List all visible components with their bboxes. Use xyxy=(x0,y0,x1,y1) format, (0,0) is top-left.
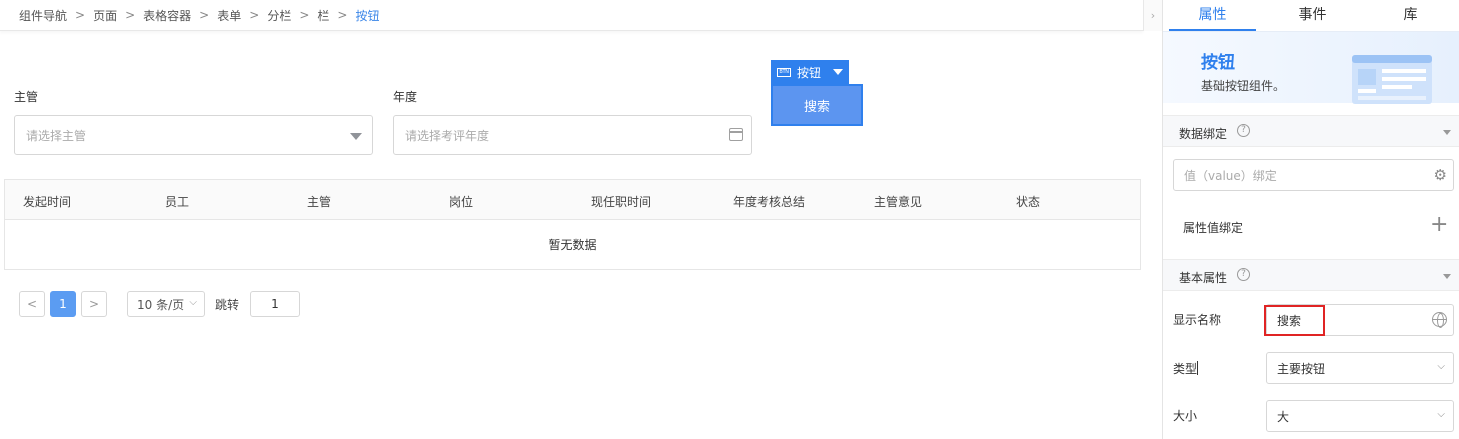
breadcrumb-item-column[interactable]: 栏 xyxy=(317,7,329,24)
component-title: 按钮 xyxy=(1201,53,1235,73)
value-binding-input[interactable]: 值（value）绑定 ⚙ xyxy=(1173,159,1454,191)
manager-placeholder: 请选择主管 xyxy=(26,128,87,143)
column-header: 员工 xyxy=(165,195,190,209)
table-header: 发起时间 员工 主管 岗位 现任职时间 年度考核总结 主管意见 状态 xyxy=(5,180,1140,220)
breadcrumb-item-form[interactable]: 表单 xyxy=(217,7,241,24)
column-header: 年度考核总结 xyxy=(733,195,806,209)
selected-component-name: 按钮 xyxy=(797,65,822,80)
size-label: 大小 xyxy=(1173,409,1198,423)
column-header: 主管意见 xyxy=(874,195,923,209)
year-date-picker[interactable]: 请选择考评年度 xyxy=(393,115,752,155)
size-value: 大 xyxy=(1277,409,1290,424)
breadcrumb-item-columns[interactable]: 分栏 xyxy=(267,7,291,24)
caret-down-icon xyxy=(350,133,362,140)
breadcrumb-item-page[interactable]: 页面 xyxy=(93,7,117,24)
caret-down-icon[interactable] xyxy=(833,69,844,75)
type-label: 类型 xyxy=(1173,362,1198,376)
breadcrumb-separator: > xyxy=(125,8,136,22)
globe-icon[interactable] xyxy=(1432,312,1447,328)
gear-icon[interactable]: ⚙ xyxy=(1434,167,1447,183)
breadcrumb-item-button: 按钮 xyxy=(355,8,380,23)
section-basic-properties[interactable]: 基本属性 ? xyxy=(1163,259,1459,291)
attr-binding-label: 属性值绑定 xyxy=(1183,221,1244,235)
text-cursor xyxy=(1197,361,1198,375)
page-number-button[interactable]: 1 xyxy=(50,291,76,317)
button-component-icon: BTN xyxy=(777,67,791,77)
year-label: 年度 xyxy=(393,90,418,104)
type-select[interactable]: 主要按钮 ⌵ xyxy=(1266,352,1454,384)
highlight-box xyxy=(1264,305,1325,336)
tab-properties[interactable]: 属性 xyxy=(1169,0,1256,31)
column-header: 岗位 xyxy=(449,195,474,209)
year-placeholder: 请选择考评年度 xyxy=(405,128,490,143)
breadcrumb-separator: > xyxy=(249,8,260,22)
add-icon[interactable]: + xyxy=(1430,214,1448,236)
help-icon[interactable]: ? xyxy=(1237,124,1250,137)
component-illustration-icon xyxy=(1352,55,1432,104)
value-binding-placeholder: 值（value）绑定 xyxy=(1184,168,1277,183)
breadcrumb-item-table-container[interactable]: 表格容器 xyxy=(143,7,191,24)
jump-page-input[interactable]: 1 xyxy=(250,291,300,317)
section-title: 基本属性 xyxy=(1179,271,1228,285)
tab-library[interactable]: 库 xyxy=(1367,0,1454,31)
column-header: 现任职时间 xyxy=(591,195,652,209)
data-table: 发起时间 员工 主管 岗位 现任职时间 年度考核总结 主管意见 状态 暂无数据 xyxy=(4,179,1141,270)
chevron-down-icon: ⌵ xyxy=(1437,361,1445,372)
breadcrumb-separator: > xyxy=(75,8,86,22)
breadcrumb-separator: > xyxy=(299,8,310,22)
breadcrumb: 组件导航 > 页面 > 表格容器 > 表单 > 分栏 > 栏 > 按钮 xyxy=(0,0,1143,31)
breadcrumb-separator: > xyxy=(337,8,348,22)
table-empty-text: 暂无数据 xyxy=(548,238,597,252)
section-data-binding[interactable]: 数据绑定 ? xyxy=(1163,115,1459,147)
tab-events[interactable]: 事件 xyxy=(1269,0,1356,31)
display-name-label: 显示名称 xyxy=(1173,313,1222,327)
manager-select[interactable]: 请选择主管 xyxy=(14,115,373,155)
chevron-down-icon: ⌵ xyxy=(189,297,197,308)
column-header: 发起时间 xyxy=(23,195,72,209)
column-header: 主管 xyxy=(307,195,332,209)
panel-tabs: 属性 事件 库 xyxy=(1163,0,1459,31)
calendar-icon xyxy=(729,128,743,141)
column-header: 状态 xyxy=(1016,195,1041,209)
caret-down-icon xyxy=(1443,274,1451,279)
prev-page-button[interactable]: < xyxy=(19,291,45,317)
next-page-button[interactable]: > xyxy=(81,291,107,317)
breadcrumb-separator: > xyxy=(199,8,210,22)
component-hero: 按钮 基础按钮组件。 xyxy=(1163,31,1459,104)
size-select[interactable]: 大 ⌵ xyxy=(1266,400,1454,432)
selected-component-tag[interactable]: BTN 按钮 xyxy=(771,60,849,84)
properties-panel: 属性 事件 库 按钮 基础按钮组件。 数据绑定 ? 值（value）绑定 ⚙ 属… xyxy=(1162,0,1459,439)
page-size-select[interactable]: 10 条/页 ⌵ xyxy=(127,291,205,317)
chevron-down-icon: ⌵ xyxy=(1437,409,1445,420)
breadcrumb-item-component-nav[interactable]: 组件导航 xyxy=(19,7,67,24)
jump-label: 跳转 xyxy=(215,298,240,312)
section-title: 数据绑定 xyxy=(1179,127,1228,141)
manager-label: 主管 xyxy=(14,90,39,104)
component-description: 基础按钮组件。 xyxy=(1201,79,1286,93)
type-value: 主要按钮 xyxy=(1277,361,1326,376)
search-button[interactable]: 搜索 xyxy=(771,84,863,126)
panel-collapse-toggle[interactable]: › xyxy=(1143,0,1162,31)
caret-down-icon xyxy=(1443,130,1451,135)
help-icon[interactable]: ? xyxy=(1237,268,1250,281)
page-size-value: 10 条/页 xyxy=(137,297,185,312)
